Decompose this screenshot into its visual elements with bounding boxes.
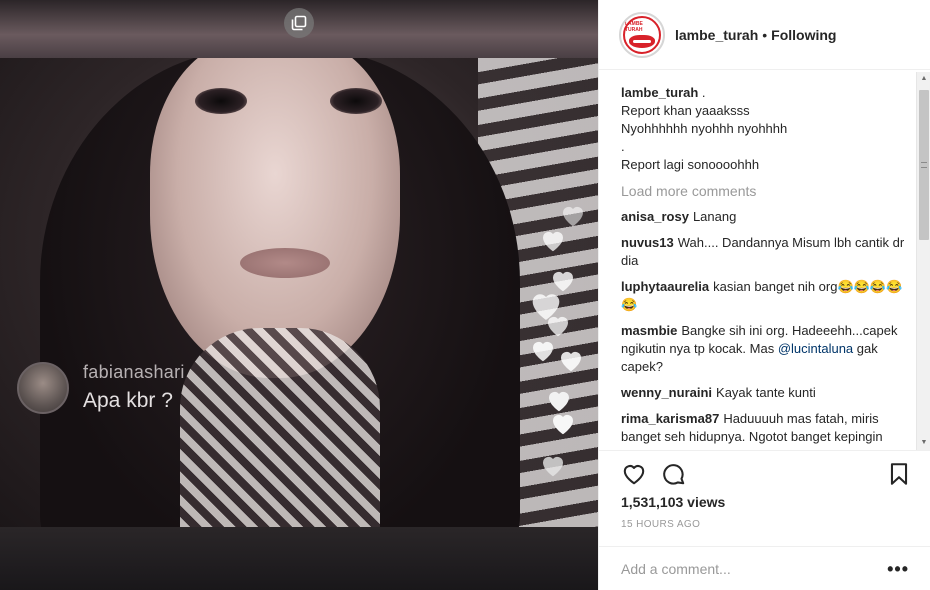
more-options-icon[interactable]: ••• xyxy=(887,560,909,578)
lips-icon xyxy=(629,35,655,48)
comment-username[interactable]: wenny_nuraini xyxy=(621,385,712,400)
heart-icon xyxy=(543,231,563,252)
scroll-down-arrow-icon[interactable]: ▼ xyxy=(920,439,928,447)
load-more-comments-button[interactable]: Load more comments xyxy=(621,182,909,200)
live-comment-username: fabianashari xyxy=(83,362,185,382)
floating-hearts xyxy=(518,190,598,490)
comment-item: anisa_rosy Lanang xyxy=(621,208,909,226)
scrollbar-thumb[interactable] xyxy=(919,90,929,240)
follow-button[interactable]: Following xyxy=(771,27,836,43)
caption-line: . xyxy=(698,85,706,100)
lambe-turah-logo: LAMBE TURAH xyxy=(623,15,661,54)
comment-username[interactable]: luphytaaurelia xyxy=(621,279,709,294)
post-video[interactable]: fabianashari Apa kbr ? xyxy=(0,0,598,590)
scroll-up-arrow-icon[interactable]: ▲ xyxy=(920,75,928,83)
comment-item: nuvus13 Wah.... Dandannya Misum lbh canti… xyxy=(621,234,909,270)
live-comment: fabianashari Apa kbr ? xyxy=(17,362,185,414)
caption-username[interactable]: lambe_turah xyxy=(621,85,698,100)
live-comment-avatar xyxy=(17,362,69,414)
comment-item: wenny_nuraini Kayak tante kunti xyxy=(621,384,909,402)
caption-line: Nyohhhhhh nyohhh nyohhhh xyxy=(621,121,788,136)
comment-item: rima_karisma87 Haduuuuh mas fatah, miris … xyxy=(621,410,909,448)
comments-list[interactable]: lambe_turah . Report khan yaaaksss Nyohh… xyxy=(621,84,909,448)
mouth xyxy=(240,248,330,278)
scarf-pattern xyxy=(180,328,380,527)
add-comment-input[interactable] xyxy=(621,560,871,577)
video-bottom-band xyxy=(0,527,598,590)
post-timestamp[interactable]: 15 HOURS AGO xyxy=(621,519,700,530)
comment-text: Lanang xyxy=(692,209,737,224)
header-separator: • xyxy=(762,26,768,43)
heart-icon[interactable] xyxy=(621,461,647,487)
scrollbar-grip xyxy=(921,162,927,168)
caption-line: . xyxy=(621,139,625,154)
comment-item: luphytaaurelia kasian banget nih org😂😂😂😂😂 xyxy=(621,278,909,314)
post-header: LAMBE TURAH lambe_turah • Following xyxy=(599,0,930,70)
comment-username[interactable]: anisa_rosy xyxy=(621,209,689,224)
heart-icon xyxy=(533,341,553,362)
comment-text: Kayak tante kunti xyxy=(716,385,816,400)
post-actions: 1,531,103 views 15 HOURS AGO xyxy=(599,450,930,546)
comment-item: masmbie Bangke sih ini org. Hadeeehh...ca… xyxy=(621,322,909,376)
heart-icon xyxy=(561,351,581,372)
right-eye xyxy=(330,88,382,114)
comment-username[interactable]: masmbie xyxy=(621,323,677,338)
comment-username[interactable]: nuvus13 xyxy=(621,235,674,250)
bookmark-icon[interactable] xyxy=(886,461,912,487)
live-comment-text: Apa kbr ? xyxy=(83,389,173,412)
carousel-icon[interactable] xyxy=(284,8,314,38)
comments-scrollbar[interactable]: ▲ ▼ xyxy=(916,72,930,450)
caption-line: Report khan yaaaksss xyxy=(621,103,750,118)
comment-username[interactable]: rima_karisma87 xyxy=(621,411,719,426)
heart-icon xyxy=(543,456,563,477)
comment-icon[interactable] xyxy=(661,461,687,487)
caption: lambe_turah . Report khan yaaaksss Nyohh… xyxy=(621,84,909,174)
comment-mention-link[interactable]: @lucintaluna xyxy=(778,341,853,356)
header-username[interactable]: lambe_turah xyxy=(675,27,758,43)
post-panel: LAMBE TURAH lambe_turah • Following lamb… xyxy=(598,0,930,590)
avatar[interactable]: LAMBE TURAH xyxy=(619,11,665,58)
left-eye xyxy=(195,88,247,114)
caption-line: Report lagi sonoooohhh xyxy=(621,157,760,172)
views-count[interactable]: 1,531,103 views xyxy=(621,494,725,510)
add-comment-bar: ••• xyxy=(599,546,930,590)
logo-text: LAMBE TURAH xyxy=(625,21,643,33)
heart-icon xyxy=(553,414,573,435)
video-frame xyxy=(0,58,598,527)
